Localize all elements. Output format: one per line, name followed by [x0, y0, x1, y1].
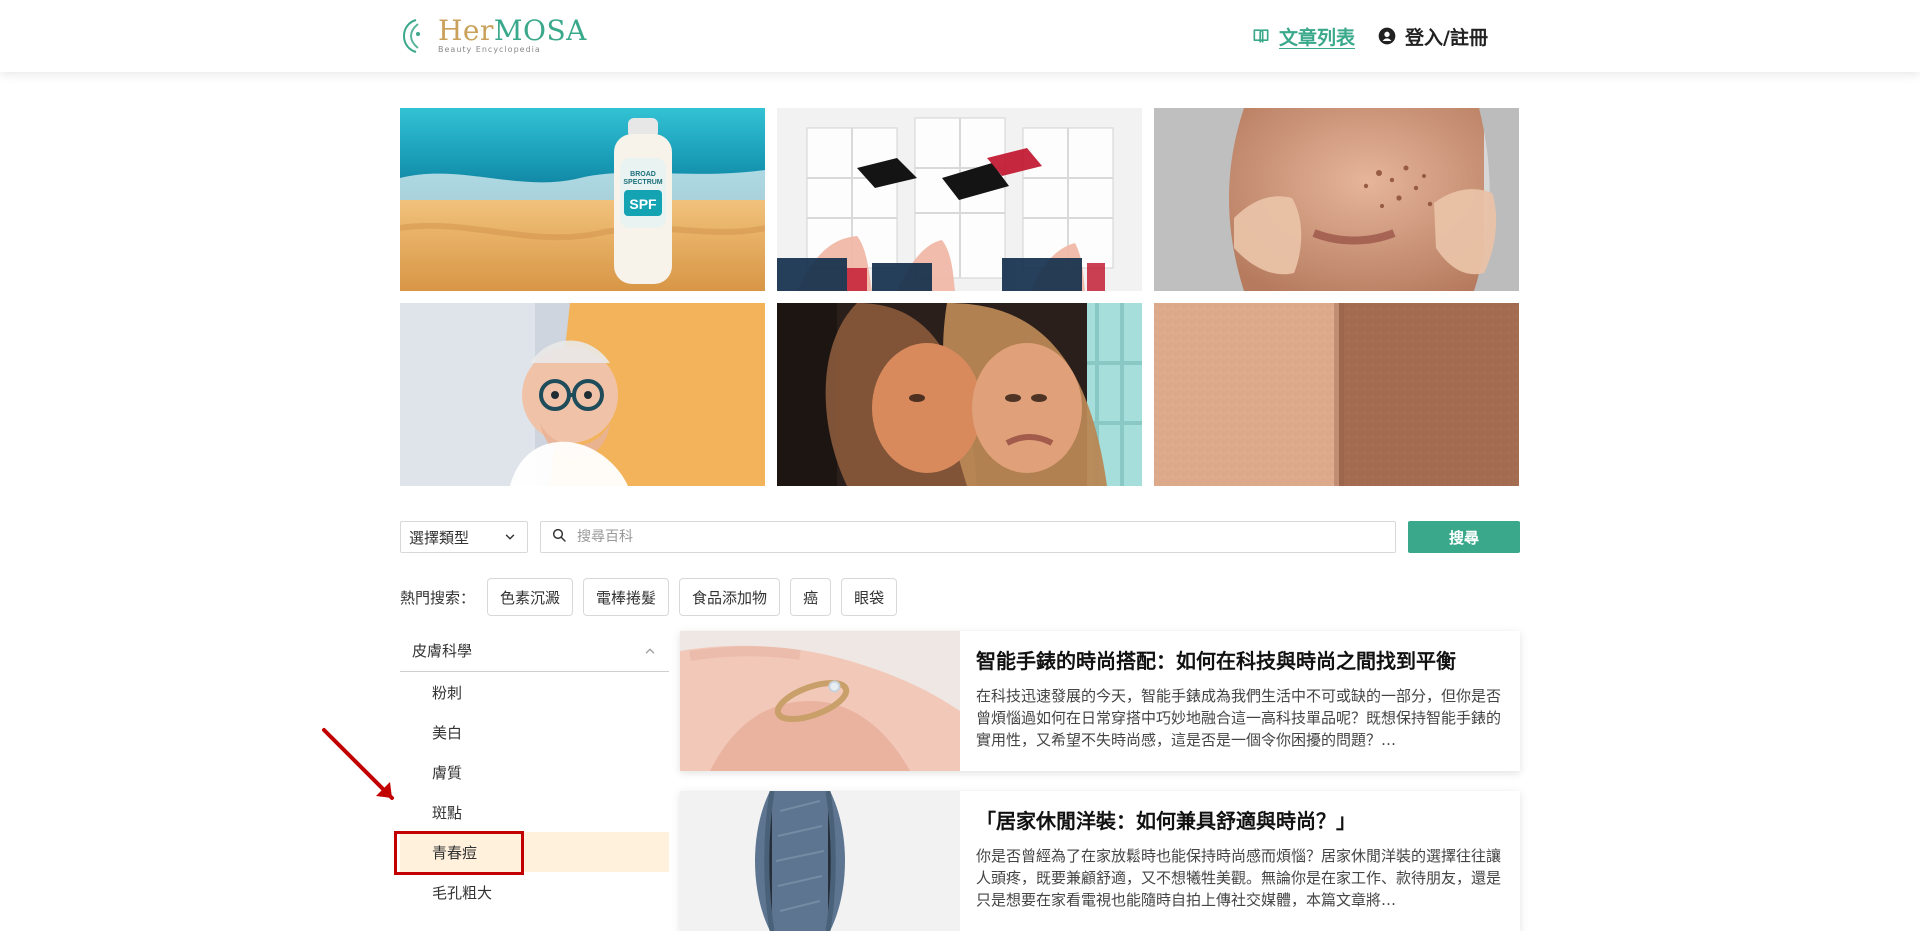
search-input-wrapper[interactable] [540, 521, 1396, 553]
hot-search-chip[interactable]: 電棒捲髮 [583, 578, 670, 616]
hot-search-label: 熱門搜索： [400, 588, 476, 607]
header-inner: Her MOSA Beauty Encyclopedia 文章列表 登入/註冊 [400, 0, 1520, 72]
article-thumbnail [680, 631, 960, 771]
article-list: 智能手錶的時尚搭配：如何在科技與時尚之間找到平衡 在科技迅速發展的今天，智能手錶… [680, 631, 1520, 931]
nav-articles-label: 文章列表 [1279, 26, 1356, 49]
hot-search-chip-label: 眼袋 [854, 588, 885, 607]
nav-articles-link[interactable]: 文章列表 [1251, 23, 1355, 50]
article-card[interactable]: 「居家休閒洋裝：如何兼具舒適與時尚？」 你是否曾經為了在家放鬆時也能保持時尚感而… [680, 791, 1520, 931]
sidebar-item[interactable]: 膚質 [400, 752, 669, 792]
type-select-value: 選擇類型 [409, 528, 470, 547]
hot-search-chip[interactable]: 癌 [790, 578, 832, 616]
hot-search-chip-label: 癌 [803, 588, 819, 607]
hot-search-row: 熱門搜索： 色素沉澱 電棒捲髮 食品添加物 癌 眼袋 [400, 578, 1520, 616]
sidebar-item[interactable]: 美白 [400, 712, 669, 752]
sidebar-category-header[interactable]: 皮膚科學 [400, 630, 669, 672]
nav-login-link[interactable]: 登入/註冊 [1377, 23, 1488, 50]
sidebar-item-selected[interactable]: 青春痘 [400, 832, 669, 872]
hot-search-chip[interactable]: 食品添加物 [679, 578, 781, 616]
svg-text:BROAD: BROAD [630, 171, 656, 178]
image-tile-age-spots[interactable] [1154, 108, 1519, 291]
sidebar-item[interactable]: 粉刺 [400, 672, 669, 712]
logo-mosa: MOSA [493, 14, 587, 47]
svg-text:SPF: SPF [629, 196, 657, 212]
article-title: 「居家休閒洋裝：如何兼具舒適與時尚？」 [976, 809, 1356, 833]
chevron-up-icon [643, 644, 657, 658]
sidebar-item[interactable]: 毛孔粗大 [400, 872, 669, 912]
search-icon [551, 527, 567, 547]
article-excerpt: 在科技迅速發展的今天，智能手錶成為我們生活中不可或缺的一部分，但你是否曾煩惱過如… [976, 687, 1502, 749]
image-tile-sunscreen[interactable]: SPF BROAD SPECTRUM [400, 108, 765, 291]
top-image-grid: SPF BROAD SPECTRUM [400, 108, 1520, 486]
sidebar-item-label: 青春痘 [432, 843, 478, 862]
sidebar-item-label: 毛孔粗大 [432, 883, 493, 902]
article-card-body: 智能手錶的時尚搭配：如何在科技與時尚之間找到平衡 在科技迅速發展的今天，智能手錶… [960, 631, 1520, 771]
article-excerpt: 你是否曾經為了在家放鬆時也能保持時尚感而煩惱？居家休閒洋裝的選擇往往讓人頭疼，既… [976, 847, 1502, 909]
logo-mark-icon [400, 18, 428, 54]
hot-search-chip-label: 食品添加物 [692, 588, 768, 607]
user-circle-icon [1377, 26, 1397, 46]
sidebar-item-label: 美白 [432, 723, 463, 742]
article-title: 智能手錶的時尚搭配：如何在科技與時尚之間找到平衡 [976, 649, 1456, 673]
sidebar-subcategory-list: 粉刺 美白 膚質 斑點 青春痘 毛孔粗大 [400, 672, 669, 912]
hot-search-chip-label: 電棒捲髮 [596, 588, 657, 607]
type-select[interactable]: 選擇類型 [400, 521, 528, 553]
logo-her: Her [438, 14, 494, 47]
sidebar-item-label: 斑點 [432, 803, 463, 822]
image-tile-shocked-man[interactable] [400, 303, 765, 486]
search-button-label: 搜尋 [1448, 529, 1479, 547]
sidebar-item-label: 膚質 [432, 763, 463, 782]
svg-text:SPECTRUM: SPECTRUM [623, 179, 662, 186]
category-sidebar: 皮膚科學 粉刺 美白 膚質 斑點 青春痘 毛孔粗大 [400, 630, 669, 917]
search-input[interactable] [575, 528, 1385, 546]
image-tile-skin-texture[interactable] [1154, 303, 1519, 486]
image-tile-two-women[interactable] [777, 303, 1142, 486]
article-card[interactable]: 智能手錶的時尚搭配：如何在科技與時尚之間找到平衡 在科技迅速發展的今天，智能手錶… [680, 631, 1520, 771]
site-header: Her MOSA Beauty Encyclopedia 文章列表 登入/註冊 [0, 0, 1920, 72]
hot-search-chip[interactable]: 色素沉澱 [487, 578, 574, 616]
annotation-arrow [322, 728, 394, 800]
sidebar-item[interactable]: 斑點 [400, 792, 669, 832]
top-nav: 文章列表 登入/註冊 [1251, 23, 1520, 50]
search-button[interactable]: 搜尋 [1408, 521, 1520, 553]
hot-search-chip-label: 色素沉澱 [500, 588, 561, 607]
article-thumbnail [680, 791, 960, 931]
nav-login-label: 登入/註冊 [1405, 26, 1488, 49]
logo-wordmark: Her MOSA [438, 14, 587, 47]
hot-search-chip[interactable]: 眼袋 [841, 578, 898, 616]
logo-text-wrap: Her MOSA Beauty Encyclopedia [438, 14, 587, 55]
article-card-body: 「居家休閒洋裝：如何兼具舒適與時尚？」 你是否曾經為了在家放鬆時也能保持時尚感而… [960, 791, 1520, 931]
image-tile-graduation[interactable] [777, 108, 1142, 291]
brand-logo[interactable]: Her MOSA Beauty Encyclopedia [400, 0, 587, 72]
sidebar-category-title: 皮膚科學 [412, 642, 473, 660]
search-row: 選擇類型 搜尋 [400, 521, 1520, 553]
chevron-down-icon [503, 530, 517, 544]
book-icon [1251, 26, 1271, 46]
logo-tagline: Beauty Encyclopedia [438, 45, 541, 54]
sidebar-item-label: 粉刺 [432, 683, 463, 702]
